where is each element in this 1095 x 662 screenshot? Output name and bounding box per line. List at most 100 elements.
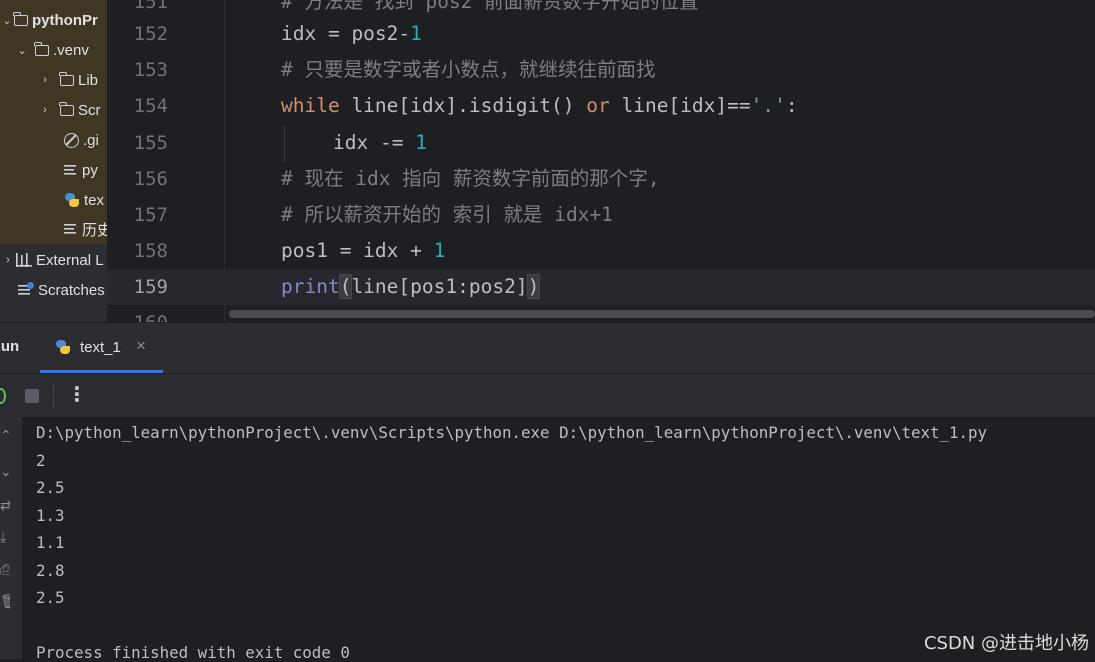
line-number: 153 — [133, 59, 168, 81]
indent-guide — [284, 126, 285, 162]
tab-label: text_1 — [80, 339, 121, 356]
rerun-icon[interactable] — [0, 388, 6, 404]
console-output[interactable] — [22, 417, 1095, 659]
tree-label-gitignore: .gi — [83, 131, 99, 149]
more-options-icon[interactable]: ⋮ — [67, 382, 87, 408]
chevron-right-icon[interactable]: › — [0, 254, 16, 266]
number-token: 1 — [410, 22, 422, 45]
soft-wrap-icon[interactable]: ⇄ — [0, 497, 10, 514]
watermark: CSDN @进击地小杨 — [923, 633, 1089, 654]
tree-label-history: 历史 — [82, 221, 107, 239]
console-output-line: 1.3 — [36, 506, 65, 525]
python-file-icon — [64, 192, 80, 208]
string-token: '.' — [750, 94, 786, 117]
tree-label-text-file: tex — [84, 191, 105, 209]
chevron-down-icon[interactable]: ⌄ — [0, 14, 14, 27]
tree-item-history[interactable]: 历史 — [0, 214, 107, 244]
console-side-toolbar: ⌃ ⌄ ⇄ ⤓ ⎙ 🗑 — [0, 417, 22, 659]
number-token: 1 — [415, 131, 427, 154]
code-line[interactable]: # 现在 idx 指向 薪资数字前面的那个字, — [281, 161, 660, 197]
scroll-up-icon[interactable]: ⌃ — [0, 427, 10, 444]
console-exit-status: Process finished with exit code 0 — [36, 643, 350, 662]
print-icon[interactable]: ⎙ — [0, 561, 10, 578]
project-tree: ⌄ pythonPr ⌄ .venv › Lib › Scr .gi py te… — [0, 0, 107, 244]
code-line[interactable]: # 所以薪资开始的 索引 就是 idx+1 — [281, 197, 613, 233]
line-number: 154 — [133, 95, 168, 117]
scroll-to-end-icon[interactable]: ⤓ — [0, 529, 10, 546]
tree-label-venv: .venv — [53, 41, 89, 59]
code-line[interactable]: idx -= 1 — [333, 125, 427, 161]
tree-item-scripts[interactable]: › Scr — [0, 95, 107, 125]
chevron-right-icon[interactable]: › — [38, 104, 52, 116]
tree-label-pyvenv: py — [82, 161, 98, 179]
current-line-highlight — [107, 269, 1095, 305]
line-number: 158 — [133, 240, 168, 262]
console-output-line: 1.1 — [36, 533, 65, 552]
project-tree-lower: › External L Scratches — [0, 244, 107, 322]
console-output-line: 2 — [36, 451, 46, 470]
python-file-icon — [55, 339, 71, 355]
folder-icon — [59, 71, 74, 86]
code-token: idx = pos2- — [281, 22, 411, 45]
ignored-file-icon — [64, 132, 79, 148]
console-output-line: 2.5 — [36, 588, 65, 607]
text-file-icon — [64, 223, 78, 235]
code-line[interactable]: pos1 = idx + 1 — [281, 233, 445, 269]
code-line[interactable]: idx = pos2-1 — [281, 16, 422, 52]
bracket-match: ( — [338, 274, 353, 299]
tree-label-root: pythonPr — [32, 11, 98, 29]
horizontal-scrollbar[interactable] — [229, 310, 1095, 318]
code-token: pos1 = idx + — [281, 239, 434, 262]
bracket-match: ) — [526, 274, 541, 299]
tree-label-scripts: Scr — [78, 101, 101, 119]
code-token: : — [785, 94, 798, 117]
trash-icon[interactable]: 🗑 — [0, 593, 10, 610]
tree-item-scratches[interactable]: Scratches — [0, 275, 107, 305]
chevron-down-icon[interactable]: ⌄ — [15, 44, 29, 57]
run-toolbar: ⋮ — [0, 373, 1095, 418]
tree-item-venv[interactable]: ⌄ .venv — [0, 35, 107, 65]
number-token: 1 — [433, 239, 446, 262]
line-number: 156 — [133, 168, 168, 190]
line-number: 160 — [107, 305, 168, 322]
toolbar-separator — [53, 385, 54, 407]
code-line[interactable]: # 只要是数字或者小数点，就继续往前面找 — [281, 52, 655, 88]
stop-icon[interactable] — [25, 389, 39, 403]
console-command-line: D:\python_learn\pythonProject\.venv\Scri… — [36, 423, 988, 442]
text-file-icon — [64, 164, 78, 176]
run-tab-text-1[interactable]: text_1 × — [40, 322, 163, 373]
library-icon — [16, 253, 32, 267]
line-number: 155 — [133, 132, 168, 154]
console-output-line: 2.8 — [36, 561, 65, 580]
folder-icon — [34, 41, 49, 56]
folder-icon — [59, 101, 74, 116]
run-title-text: Run — [0, 338, 20, 355]
keyword-token: while — [281, 94, 340, 117]
builtin-token: print — [281, 275, 340, 298]
folder-icon — [13, 11, 28, 26]
tree-label-lib: Lib — [78, 71, 99, 89]
close-icon[interactable]: × — [136, 336, 146, 356]
keyword-token: or — [586, 94, 610, 117]
code-line-current[interactable]: print(line[pos1:pos2]) — [281, 269, 541, 305]
line-number-current: 159 — [133, 276, 168, 298]
tree-item-external-libraries[interactable]: › External L — [0, 245, 107, 275]
console-output-line: 2.5 — [36, 478, 65, 497]
code-token: line[idx]== — [609, 94, 751, 117]
tree-label-external: External L — [36, 251, 104, 269]
scroll-down-icon[interactable]: ⌄ — [0, 463, 10, 480]
line-number: 152 — [133, 23, 168, 45]
code-line[interactable]: while line[idx].isdigit() or line[idx]==… — [281, 88, 798, 124]
line-number: 157 — [133, 204, 168, 226]
scratches-icon — [18, 282, 34, 297]
tree-item-root[interactable]: ⌄ pythonPr — [0, 5, 107, 35]
chevron-right-icon[interactable]: › — [38, 74, 52, 86]
run-panel-title: Run — [0, 338, 29, 355]
code-token: line[pos1:pos2] — [351, 275, 528, 298]
tree-item-gitignore[interactable]: .gi — [0, 125, 107, 155]
tree-item-lib[interactable]: › Lib — [0, 65, 107, 95]
tree-item-text-file[interactable]: tex — [0, 185, 107, 215]
tree-label-scratches: Scratches — [38, 281, 105, 299]
run-panel-header — [0, 322, 1095, 374]
tree-item-pyvenv[interactable]: py — [0, 155, 107, 185]
